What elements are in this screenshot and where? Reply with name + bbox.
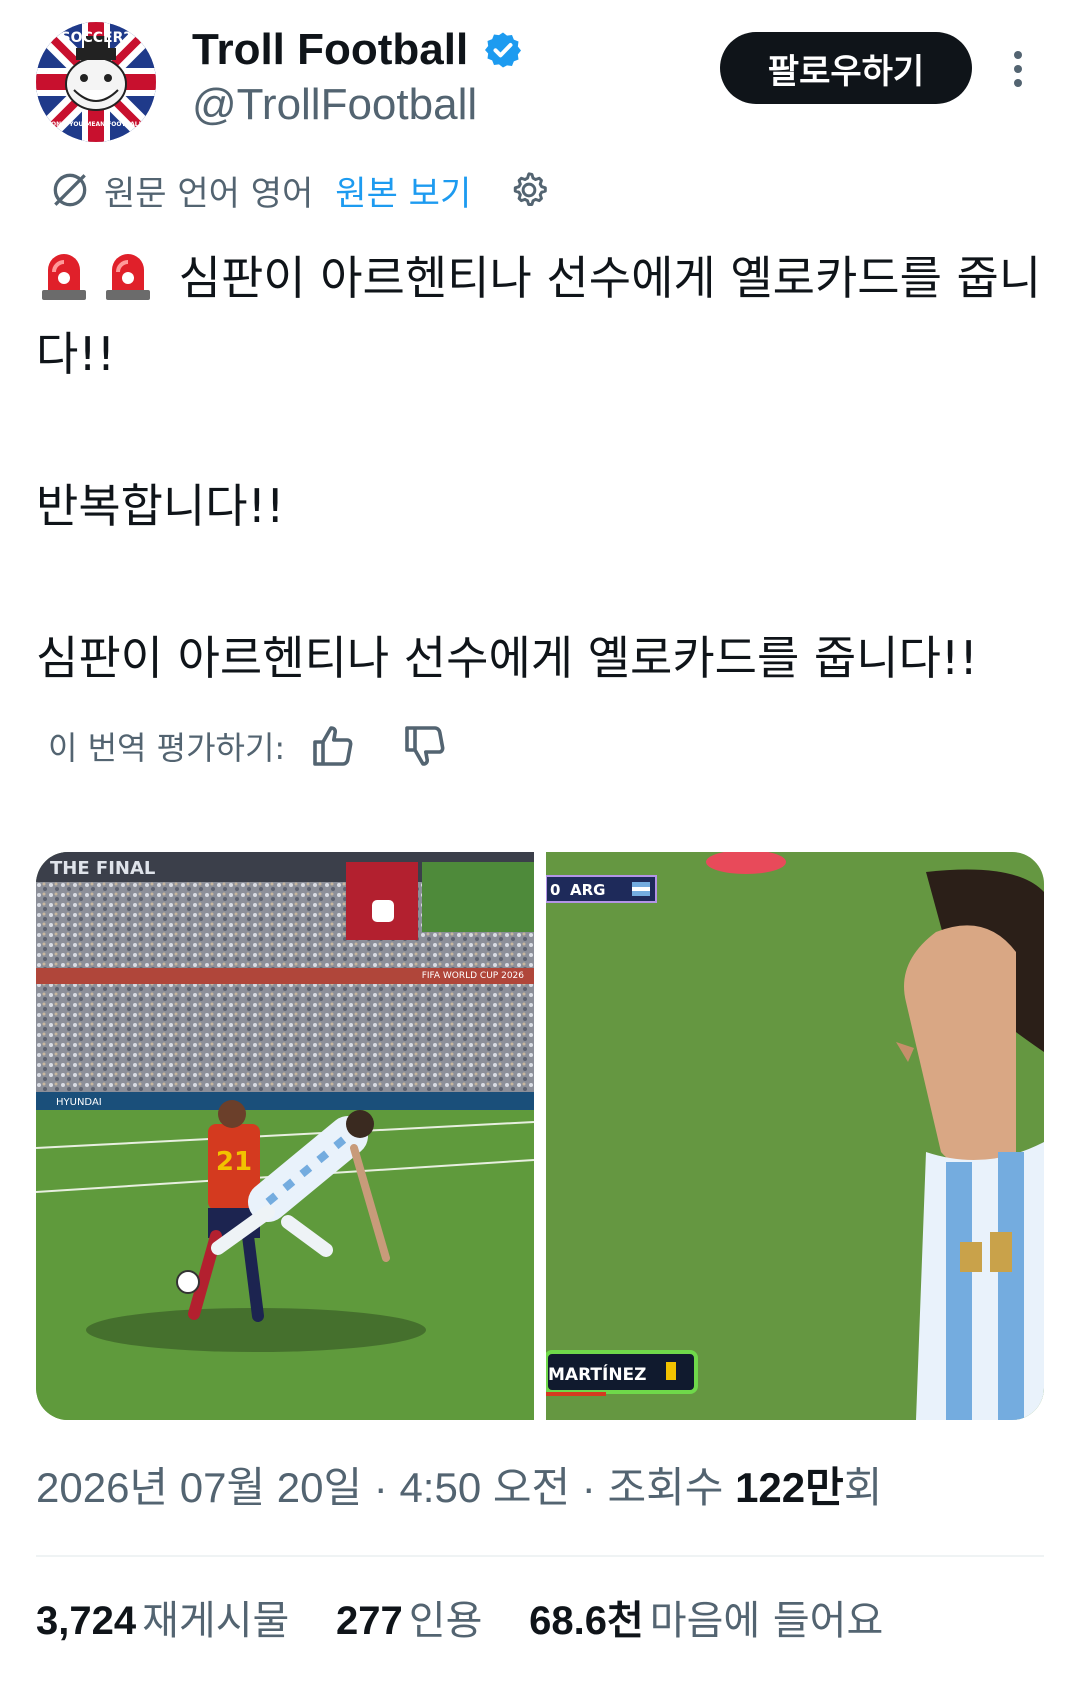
gear-icon[interactable] (507, 168, 551, 212)
views-count: 122만 (735, 1464, 844, 1511)
display-name[interactable]: Troll Football (192, 22, 468, 78)
ad-board: HYUNDAI (56, 1097, 102, 1108)
media-image-left[interactable]: THE FINAL FIFA WORLD CUP 2026 HYUNDAI 21 (36, 852, 534, 1420)
thumbs-up-icon[interactable] (309, 722, 357, 770)
thumbs-down-icon[interactable] (401, 722, 449, 770)
more-options-icon[interactable] (1000, 46, 1036, 98)
avatar-bottom-text: DON'T YOU MEAN FOOTBALL? (46, 121, 146, 128)
handle[interactable]: @TrollFootball (192, 78, 523, 132)
views-suffix: 회 (843, 1464, 883, 1511)
likes-label: 마음에 들어요 (649, 1598, 884, 1644)
reposts-count: 3,724 (36, 1599, 137, 1643)
show-original-link[interactable]: 원본 보기 (335, 166, 471, 215)
quotes-stat[interactable]: 277 인용 (336, 1592, 482, 1650)
likes-stat[interactable]: 68.6천 마음에 들어요 (529, 1592, 883, 1650)
quotes-label: 인용 (408, 1598, 483, 1644)
player-nameplate: MARTÍNEZ (548, 1363, 647, 1385)
union-jack-troll-avatar-image: SOCCER? DON'T YOU MEAN FOOTBALL? (36, 22, 156, 142)
avatar[interactable]: SOCCER? DON'T YOU MEAN FOOTBALL? (36, 22, 156, 142)
tweet-line-2: 반복합니다!! (36, 479, 285, 533)
scorebug-digit: 0 (550, 881, 560, 899)
rate-translation-label: 이 번역 평가하기: (48, 729, 286, 767)
verified-badge-icon[interactable] (483, 30, 523, 70)
scorebug-team: ARG (570, 881, 605, 899)
police-light-emoji-icon (106, 254, 150, 300)
tweet-timestamp-views: 2026년 07월 20일 · 4:50 오전 · 조회수 122만회 (36, 1458, 882, 1518)
author-info: Troll Football @TrollFootball (192, 22, 523, 132)
overlay-the-final: THE FINAL (50, 858, 155, 879)
tweet-timestamp[interactable]: 2026년 07월 20일 · 4:50 오전 · 조회수 (36, 1464, 735, 1511)
rate-translation: 이 번역 평가하기: (48, 716, 449, 776)
quotes-count: 277 (336, 1599, 403, 1643)
translate-icon (53, 173, 87, 207)
engagement-stats: 3,724 재게시물 277 인용 68.6천 마음에 들어요 (36, 1592, 917, 1650)
tweet-line-3: 심판이 아르헨티나 선수에게 옐로카드를 줍니다!! (36, 631, 978, 685)
follow-button[interactable]: 팔로우하기 (720, 32, 972, 104)
likes-count: 68.6천 (529, 1599, 644, 1643)
tweet-line-1: 심판이 아르헨티나 선수에게 옐로카드를 줍니다!! (36, 240, 1056, 392)
tweet-line-1-text: 심판이 아르헨티나 선수에게 옐로카드를 줍니다!! (36, 251, 1042, 381)
match-tackle-image: THE FINAL FIFA WORLD CUP 2026 HYUNDAI 21 (36, 852, 534, 1420)
tweet-header: SOCCER? DON'T YOU MEAN FOOTBALL? Troll F… (0, 0, 1080, 150)
source-language-label: 원문 언어 영어 (104, 173, 314, 214)
reposts-stat[interactable]: 3,724 재게시물 (36, 1592, 289, 1650)
media-grid[interactable]: THE FINAL FIFA WORLD CUP 2026 HYUNDAI 21 (36, 852, 1044, 1420)
media-image-right[interactable]: 0 ARG MARTÍNEZ (546, 852, 1044, 1420)
translation-bar: 원문 언어 영어 원본 보기 (48, 162, 551, 218)
divider (36, 1555, 1044, 1557)
tweet-body: 심판이 아르헨티나 선수에게 옐로카드를 줍니다!! 반복합니다!! 심판이 아… (36, 240, 1056, 696)
avatar-top-text: SOCCER? (61, 30, 132, 46)
reposts-label: 재게시물 (142, 1598, 290, 1644)
police-light-emoji-icon (42, 254, 86, 300)
overlay-banner: FIFA WORLD CUP 2026 (422, 971, 525, 981)
jersey-number: 21 (216, 1147, 252, 1177)
player-closeup-image: 0 ARG MARTÍNEZ (546, 852, 1044, 1420)
